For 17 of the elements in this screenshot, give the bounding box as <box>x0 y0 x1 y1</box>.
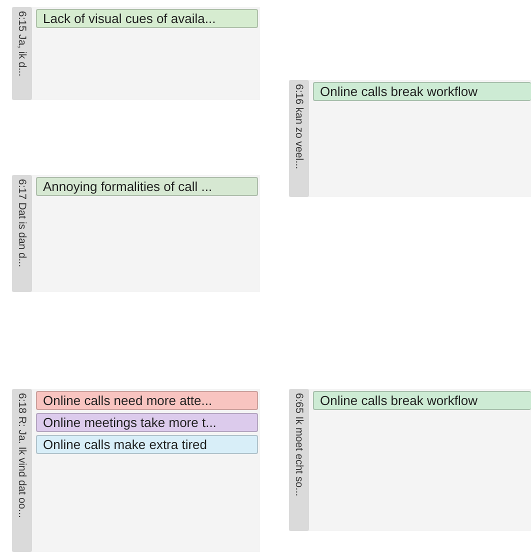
quotation-label: 6:15 Ja, ik d... <box>12 7 32 100</box>
code-tag[interactable]: Online calls need more atte... <box>36 391 258 410</box>
quotation-card[interactable]: 6:15 Ja, ik d... Lack of visual cues of availa... <box>12 7 260 100</box>
code-tag[interactable]: Online meetings take more t... <box>36 413 258 432</box>
quotation-card[interactable]: 6:65 Ik moet echt so... Online calls break workflow <box>289 389 531 531</box>
quotation-label: 6:17 Dat is dan d... <box>12 175 32 292</box>
code-tag[interactable]: Online calls break workflow <box>313 82 531 101</box>
code-tag[interactable]: Lack of visual cues of availa... <box>36 9 258 28</box>
quotation-label: 6:16 kan zo veel... <box>289 80 309 197</box>
code-tag[interactable]: Online calls break workflow <box>313 391 531 410</box>
quotation-label: 6:18 R: Ja. Ik vind dat oo... <box>12 389 32 552</box>
code-tag[interactable]: Annoying formalities of call ... <box>36 177 258 196</box>
quotation-card[interactable]: 6:16 kan zo veel... Online calls break workflow <box>289 80 531 197</box>
code-tag[interactable]: Online calls make extra tired <box>36 435 258 454</box>
quotation-label: 6:65 Ik moet echt so... <box>289 389 309 531</box>
quotation-card[interactable]: 6:18 R: Ja. Ik vind dat oo... Online calls need more atte... Online meetings take more t... Online calls make extra tired <box>12 389 260 552</box>
quotation-card[interactable]: 6:17 Dat is dan d... Annoying formalities of call ... <box>12 175 260 292</box>
